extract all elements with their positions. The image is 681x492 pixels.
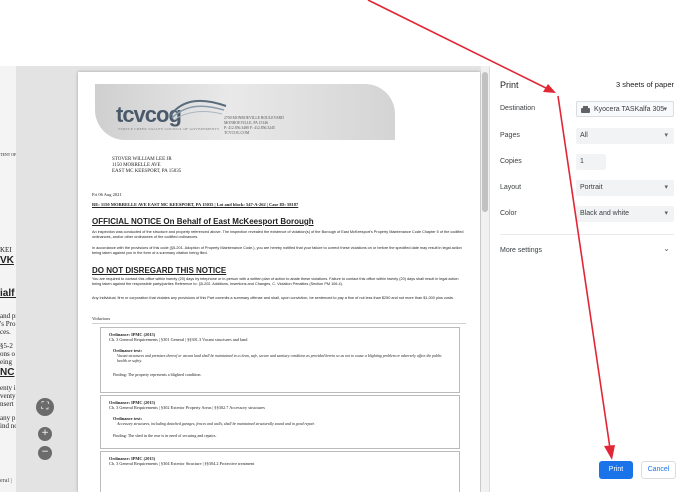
destination-value: Kyocera TASKalfa 305 [594, 106, 665, 113]
bg-fragment: NC [0, 367, 15, 378]
chevron-down-icon: ▾ [664, 210, 668, 217]
bg-fragment: ialf o [0, 288, 16, 299]
bg-fragment: venty [0, 392, 16, 400]
print-button[interactable]: Print [599, 461, 633, 479]
color-select[interactable]: Black and white ▾ [576, 206, 674, 222]
bg-fragment: ind no [0, 422, 17, 430]
bg-fragment: ons o [0, 350, 15, 358]
zoom-in-icon[interactable]: + [38, 427, 52, 441]
violation-box: Ordinance: IPMC (2015) Ch. 3 General Req… [100, 451, 460, 492]
divider [500, 234, 674, 235]
org-address-line: TCVCOG.COM [224, 131, 250, 135]
bg-fragment: eing [0, 358, 13, 366]
chevron-down-icon: ▾ [663, 106, 667, 113]
pages-label: Pages [500, 132, 520, 139]
preview-scrollbar[interactable] [481, 66, 489, 492]
scrollbar-thumb[interactable] [482, 72, 488, 212]
letter-date: Fri 06 Aug 2021 [92, 192, 122, 197]
violation-ordinance: Ordinance: IPMC (2015) Ch. 3 General Req… [109, 332, 247, 342]
violation-box: Ordinance: IPMC (2015) Ch. 3 General Req… [100, 395, 460, 449]
print-settings-panel: Print 3 sheets of paper Destination Kyoc… [489, 66, 681, 492]
recipient-line: EAST MC KEESPORT, PA 15035 [112, 169, 182, 174]
ordinance-text-label: Ordinance text: [113, 416, 142, 421]
bg-fragment: and pr [0, 312, 17, 320]
print-title: Print [500, 80, 519, 90]
copies-label: Copies [500, 158, 522, 165]
ordinance-text: Accessory structures, including detached… [117, 422, 315, 426]
chevron-down-icon[interactable]: ⌄ [663, 244, 670, 253]
fit-page-icon[interactable]: ⛶ [36, 398, 54, 416]
violation-finding: Finding: The shed in the rear is in need… [113, 433, 217, 438]
copies-input[interactable]: 1 [576, 154, 606, 170]
ordinance-chapter: Ch. 3 General Requirements | §302 Exteri… [109, 405, 265, 410]
bg-fragment: §5-2 [0, 342, 13, 350]
layout-value: Portrait [580, 184, 603, 191]
re-line: RE: 1150 MORRELLE AVE EAST MC KEESPORT, … [92, 202, 299, 207]
destination-label: Destination [500, 105, 536, 112]
bg-fragment: 's Pro [0, 320, 16, 328]
color-value: Black and white [580, 210, 630, 217]
bg-fragment: enty i [0, 384, 16, 392]
color-label: Color [500, 210, 517, 217]
violation-finding: Finding: The property represents a bligh… [113, 372, 202, 377]
bg-fragment: VK [0, 255, 14, 266]
preview-page: tcvcog TURTLE CREEK VALLEY COUNCIL OF GO… [78, 72, 480, 492]
status-text: eral | [0, 478, 12, 484]
notice-paragraph: An inspection was conducted of the struc… [92, 230, 464, 239]
bg-fragment: KEI [0, 246, 12, 254]
divider [92, 323, 466, 324]
violation-ordinance: Ordinance: IPMC (2015) Ch. 3 General Req… [109, 400, 265, 410]
cancel-button[interactable]: Cancel [641, 461, 676, 479]
bg-fragment: ces. [0, 328, 11, 336]
org-tagline: TURTLE CREEK VALLEY COUNCIL OF GOVERNMEN… [118, 127, 220, 131]
violation-box: Ordinance: IPMC (2015) Ch. 3 General Req… [100, 327, 460, 393]
notice-paragraph: You are required to contact this office … [92, 277, 459, 286]
layout-label: Layout [500, 184, 522, 191]
print-preview-area[interactable]: tcvcog TURTLE CREEK VALLEY COUNCIL OF GO… [16, 66, 481, 492]
org-address: 2700 MONROEVILLE BOULEVARD MONROEVILLE, … [224, 116, 284, 136]
violations-label: Violations [92, 316, 111, 321]
notice-heading: OFFICIAL NOTICE On Behalf of East McKees… [92, 217, 314, 226]
layout-select[interactable]: Portrait ▾ [576, 180, 674, 196]
ordinance-text-label: Ordinance text: [113, 348, 142, 353]
bg-fragment: nsert [0, 400, 14, 408]
notice-paragraph: In accordance with the provisions of thi… [92, 246, 462, 255]
recipient-address: STOVER WILLIAM LEE JR 1150 MORRELLE AVE … [112, 157, 181, 175]
sheet-count: 3 sheets of paper [616, 80, 674, 89]
ordinance-text: Vacant structures and premises thereof o… [117, 354, 442, 363]
pages-value: All [580, 132, 588, 139]
notice-paragraph: Any individual, firm or corporation that… [92, 296, 454, 300]
printer-icon [581, 105, 590, 113]
violation-ordinance: Ordinance: IPMC (2015) Ch. 3 General Req… [109, 456, 254, 466]
logo-swirl-icon [169, 99, 227, 121]
zoom-out-icon[interactable]: − [38, 446, 52, 460]
bg-fragment: any p [0, 414, 16, 422]
background-page-fragment: VK TENT OF KEI ialf o and pr 's Pro ces.… [0, 66, 17, 492]
more-settings-toggle[interactable]: More settings [500, 247, 542, 254]
bg-fragment: TENT OF [0, 152, 17, 157]
chevron-down-icon: ▾ [664, 184, 668, 191]
warning-heading: DO NOT DISREGARD THIS NOTICE [92, 266, 227, 275]
chevron-down-icon: ▾ [664, 132, 668, 139]
pages-select[interactable]: All ▾ [576, 128, 674, 144]
top-white-area [0, 0, 681, 66]
ordinance-chapter: Ch. 3 General Requirements | §304 Exteri… [109, 461, 255, 466]
ordinance-chapter: Ch. 3 General Requirements | §301 Genera… [109, 337, 248, 342]
destination-select[interactable]: Kyocera TASKalfa 305 ▾ [576, 101, 674, 117]
